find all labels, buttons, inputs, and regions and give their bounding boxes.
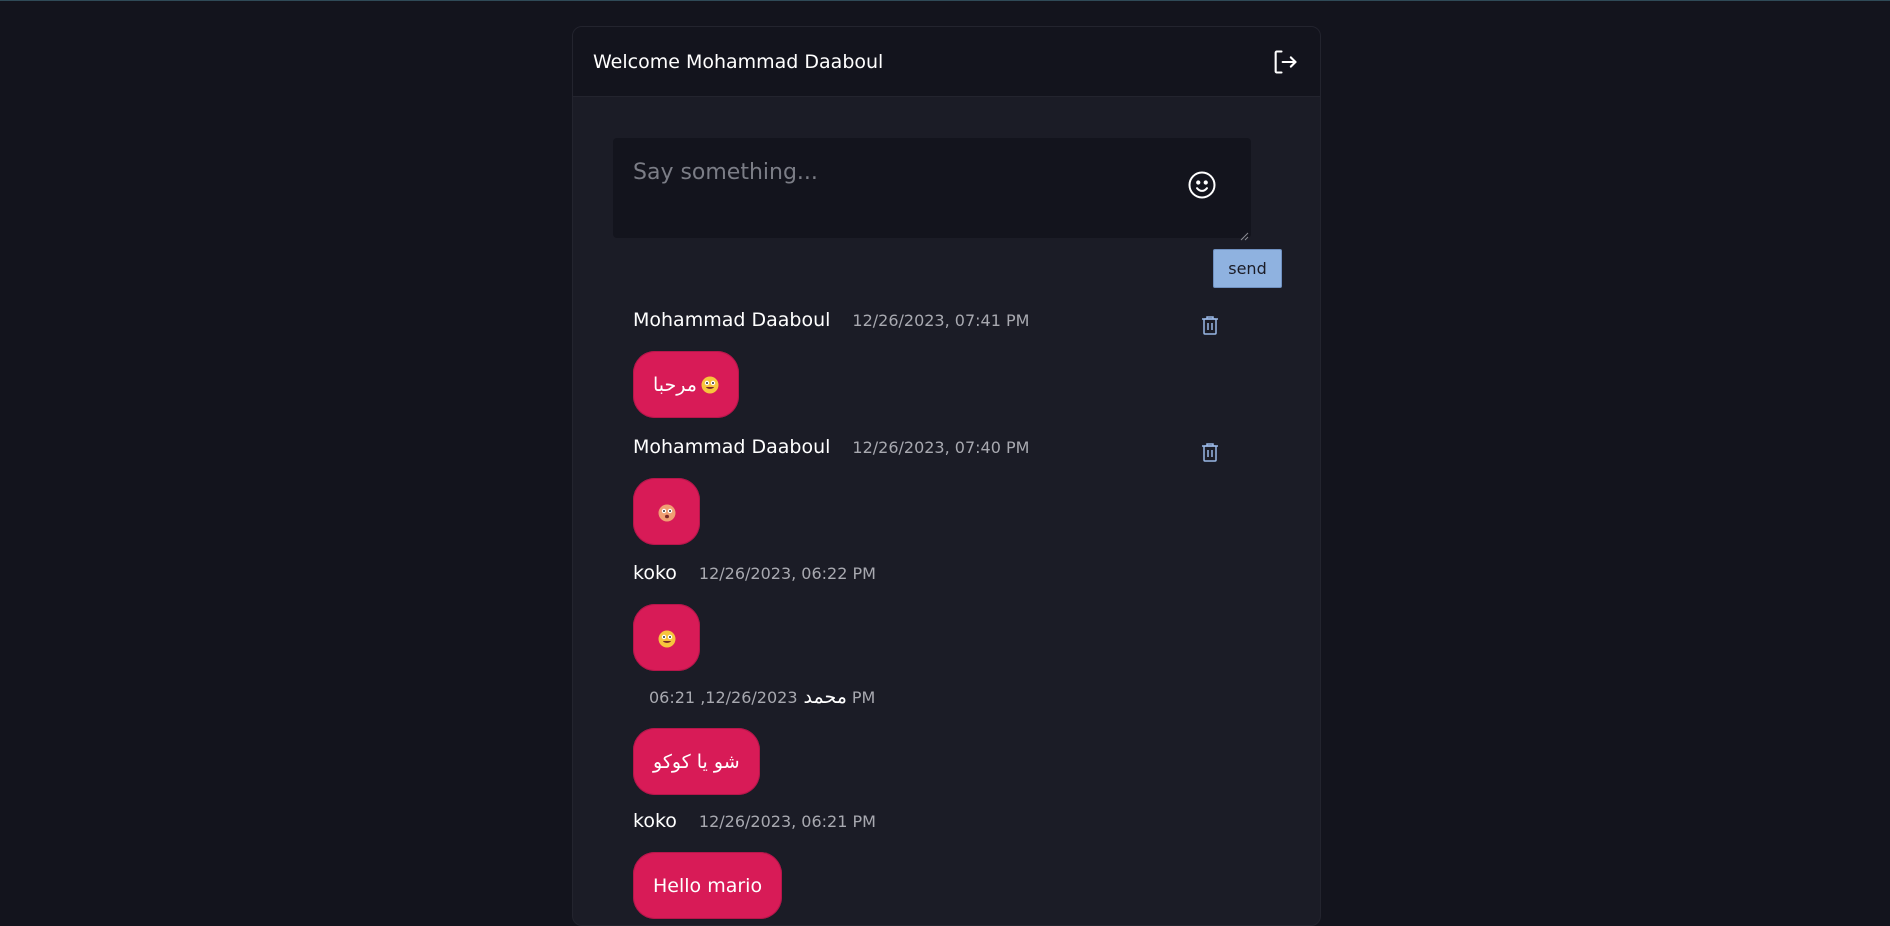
message-composer [613,138,1251,241]
laughing-face-icon [658,629,676,647]
top-border [0,0,1890,1]
message-item: koko 12/26/2023, 06:21 PM Hello mario [633,810,1273,919]
message-item: 06:21 ,12/26/2023 محمد PM شو يا كوكو [633,686,1273,795]
message-bubble [633,478,700,545]
message-item: Mohammad Daaboul 12/26/2023, 07:40 PM [633,436,1273,545]
message-time: 12/26/2023, 07:41 PM [852,311,1030,330]
trash-icon[interactable] [1201,315,1221,337]
message-bubble [633,604,700,671]
message-time: 12/26/2023, 06:22 PM [698,564,876,583]
message-time: 06:21 ,12/26/2023 [649,688,798,707]
message-text: مرحبا [653,373,697,396]
message-bubble: مرحبا [633,351,739,418]
smiley-icon[interactable] [1187,170,1217,200]
chat-header: Welcome Mohammad Daaboul [573,27,1320,97]
surprised-face-icon [658,503,676,521]
message-text: شو يا كوكو [653,750,740,773]
message-author: koko [633,810,677,832]
message-time: 12/26/2023, 06:21 PM [698,812,876,831]
message-author: Mohammad Daaboul [633,436,831,458]
laughing-face-icon [701,376,719,394]
message-time: 12/26/2023, 07:40 PM [852,438,1030,457]
message-author: Mohammad Daaboul [633,309,831,331]
logout-icon[interactable] [1270,47,1300,77]
message-author: koko [633,562,677,584]
resize-handle[interactable] [1239,226,1249,241]
message-bubble: شو يا كوكو [633,728,760,795]
message-time-suffix: PM [851,688,876,707]
send-button[interactable]: send [1213,249,1282,288]
welcome-title: Welcome Mohammad Daaboul [593,50,884,73]
trash-icon[interactable] [1201,442,1221,464]
message-text: Hello mario [653,874,763,897]
message-bubble: Hello mario [633,852,783,919]
message-item: Mohammad Daaboul 12/26/2023, 07:41 PM مر… [633,309,1273,418]
message-item: koko 12/26/2023, 06:22 PM [633,562,1273,671]
message-author: محمد [803,686,847,708]
chat-card: Welcome Mohammad Daaboul send Mohamm [572,26,1321,926]
message-input[interactable] [613,138,1251,238]
